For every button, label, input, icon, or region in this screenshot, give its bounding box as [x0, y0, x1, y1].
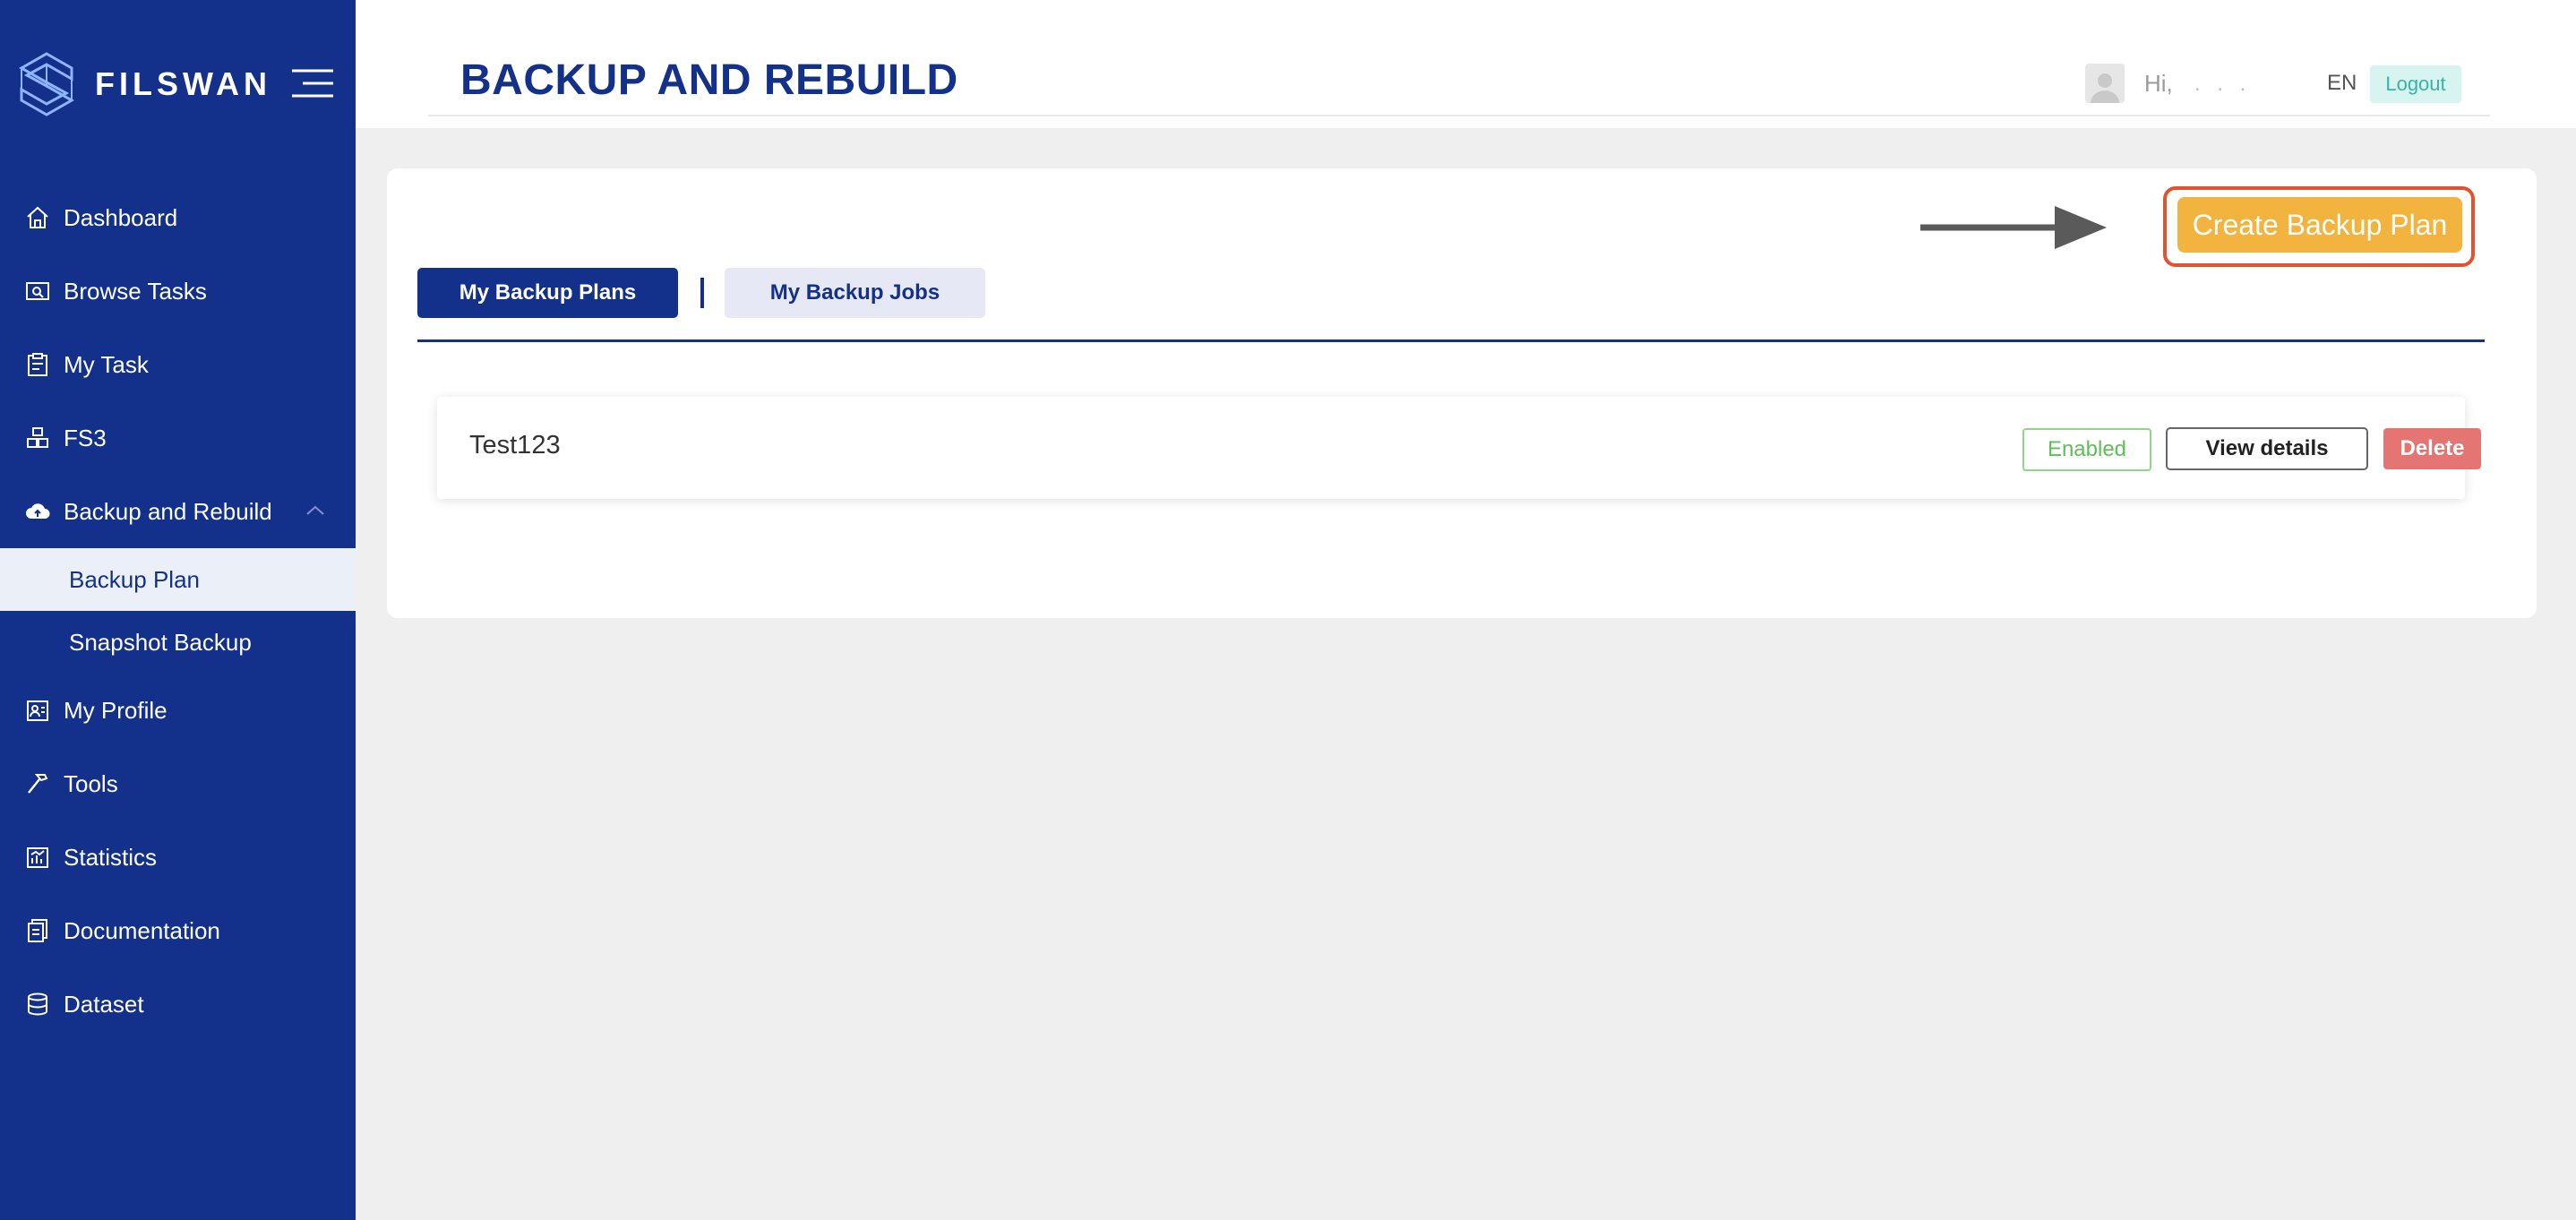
chevron-up-icon[interactable] [305, 503, 325, 516]
brand-name: FILSWAN [95, 65, 271, 102]
tab-my-backup-plans[interactable]: My Backup Plans [417, 268, 678, 318]
sidebar-item-label: Browse Tasks [64, 277, 207, 305]
sidebar-item-dashboard[interactable]: Dashboard [0, 181, 356, 254]
status-badge: Enabled [2022, 428, 2151, 471]
arrow-right-icon [1920, 206, 2107, 249]
backup-plans-card: Create Backup Plan My Backup Plans My Ba… [387, 168, 2537, 618]
database-icon [24, 991, 51, 1018]
sidebar-item-statistics[interactable]: Statistics [0, 820, 356, 894]
sidebar-item-label: FS3 [64, 424, 107, 451]
view-details-button[interactable]: View details [2166, 427, 2368, 470]
filswan-logo-icon [18, 52, 75, 116]
sidebar-item-my-task[interactable]: My Task [0, 328, 356, 401]
create-backup-plan-button[interactable]: Create Backup Plan [2177, 197, 2462, 253]
sidebar-subitem-backup-plan[interactable]: Backup Plan [0, 548, 356, 611]
tab-underline [417, 339, 2485, 342]
language-switch[interactable]: EN [2327, 71, 2357, 96]
backup-plan-row: Test123 Enabled View details Delete [437, 397, 2481, 499]
profile-icon [24, 697, 51, 724]
sidebar-subitem-label: Snapshot Backup [69, 628, 252, 656]
delete-button[interactable]: Delete [2383, 428, 2481, 469]
sidebar-item-tools[interactable]: Tools [0, 747, 356, 820]
boxes-icon [24, 425, 51, 451]
user-avatar-icon [2091, 73, 2119, 103]
tab-my-backup-jobs[interactable]: My Backup Jobs [725, 268, 985, 318]
tab-separator [700, 278, 704, 308]
header-divider [428, 115, 2490, 116]
browse-icon [24, 278, 51, 305]
logout-button[interactable]: Logout [2370, 65, 2461, 103]
sidebar-item-documentation[interactable]: Documentation [0, 894, 356, 967]
sidebar-item-label: Documentation [64, 916, 220, 944]
page-title: BACKUP AND REBUILD [460, 56, 958, 104]
sidebar: FILSWAN Dashboard Browse Tasks My Task F… [0, 0, 356, 1220]
document-icon [24, 917, 51, 944]
sidebar-item-label: Dashboard [64, 203, 178, 231]
username-masked: . . . [2194, 72, 2252, 96]
sidebar-item-label: Tools [64, 769, 118, 797]
sidebar-item-label: Dataset [64, 990, 144, 1018]
sidebar-item-my-profile[interactable]: My Profile [0, 674, 356, 747]
brand-logo[interactable]: FILSWAN [18, 50, 271, 118]
sidebar-item-browse-tasks[interactable]: Browse Tasks [0, 254, 356, 328]
sidebar-subitem-snapshot-backup[interactable]: Snapshot Backup [0, 611, 356, 674]
sidebar-item-dataset[interactable]: Dataset [0, 967, 356, 1041]
chart-icon [24, 844, 51, 871]
home-icon [24, 204, 51, 231]
sidebar-item-label: My Task [64, 350, 149, 378]
sidebar-item-label: My Profile [64, 696, 167, 724]
sidebar-item-fs3[interactable]: FS3 [0, 401, 356, 475]
sidebar-nav: Dashboard Browse Tasks My Task FS3 Backu… [0, 181, 356, 1041]
sidebar-item-backup-and-rebuild[interactable]: Backup and Rebuild [0, 475, 356, 548]
clipboard-icon [24, 351, 51, 378]
sidebar-item-label: Statistics [64, 843, 158, 871]
sidebar-subitem-label: Backup Plan [69, 565, 200, 593]
menu-toggle-icon[interactable] [292, 68, 333, 99]
sidebar-item-label: Backup and Rebuild [64, 497, 272, 525]
avatar[interactable] [2085, 64, 2125, 103]
greeting-text: Hi, [2144, 70, 2173, 97]
hammer-icon [24, 770, 51, 797]
cloud-upload-icon [24, 498, 51, 525]
plan-name: Test123 [469, 431, 561, 460]
